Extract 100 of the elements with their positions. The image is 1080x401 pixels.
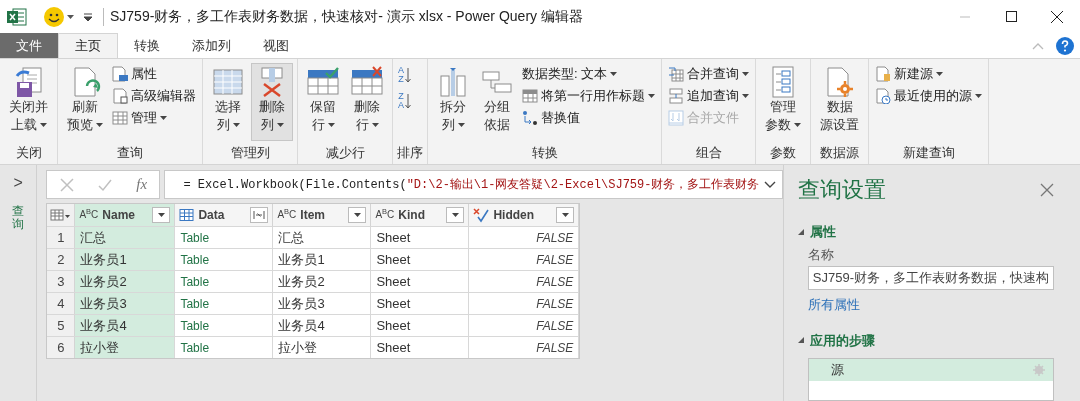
- ribbon-button[interactable]: 合并查询: [666, 63, 751, 84]
- ribbon-button[interactable]: 最近使用的源: [873, 85, 984, 106]
- ribbon-button[interactable]: 属性: [110, 63, 198, 84]
- applied-step[interactable]: 源: [808, 359, 1053, 381]
- ribbon-tab[interactable]: 视图: [247, 33, 305, 58]
- ribbon-tab[interactable]: 主页: [58, 33, 118, 58]
- header-row-icon: [522, 87, 538, 104]
- section-header[interactable]: 应用的步骤: [797, 330, 1054, 350]
- ribbon-tab[interactable]: 转换: [118, 33, 176, 58]
- help-button[interactable]: [1056, 36, 1074, 55]
- ribbon-button[interactable]: 刷新 预览: [62, 63, 108, 141]
- column-header[interactable]: Data: [175, 204, 274, 226]
- table-cell[interactable]: Table: [175, 315, 274, 336]
- ribbon-button[interactable]: 删除 行: [346, 63, 388, 141]
- column-header[interactable]: Hidden: [469, 204, 580, 226]
- expand-button[interactable]: >: [13, 175, 23, 191]
- section-header[interactable]: 属性: [797, 222, 1054, 242]
- insert-function-button[interactable]: fx: [136, 173, 148, 196]
- row-number: 2: [47, 249, 76, 270]
- table-cell: 拉小登: [273, 337, 372, 358]
- group-label: 参数: [770, 144, 796, 162]
- chevron-down-icon: [763, 180, 776, 189]
- ribbon-button[interactable]: 管理 参数: [760, 63, 806, 141]
- ribbon-button[interactable]: 拆分 列: [432, 63, 474, 141]
- table-menu-button[interactable]: [47, 204, 76, 226]
- ribbon-button[interactable]: 替换值: [520, 107, 657, 128]
- column-header[interactable]: A$^{B}$C Kind: [371, 204, 470, 226]
- column-header[interactable]: A$^{B}$C Item: [273, 204, 372, 226]
- caret-icon: [742, 93, 749, 98]
- excel-icon: [7, 7, 27, 26]
- caret-icon: [276, 123, 284, 127]
- table-cell[interactable]: Table: [175, 337, 274, 358]
- expand-column-button[interactable]: [250, 207, 269, 223]
- cancel-button[interactable]: [59, 177, 74, 192]
- table-cell: Sheet: [371, 227, 470, 248]
- ribbon-button[interactable]: 关闭并 上载: [4, 63, 53, 141]
- table-cell: FALSE: [469, 293, 580, 314]
- maximize-icon: [1005, 11, 1017, 22]
- row-number: 5: [47, 315, 76, 336]
- expand-formula-button[interactable]: [763, 180, 776, 189]
- group-label: 排序: [397, 144, 423, 162]
- table-cell[interactable]: Table: [175, 227, 274, 248]
- keep-rows-icon: [307, 66, 339, 98]
- check-cross-icon: [473, 207, 490, 223]
- sort-button[interactable]: Z A: [397, 91, 412, 111]
- filter-button[interactable]: [446, 207, 465, 223]
- table-cell: 业务员4: [273, 315, 372, 336]
- table-icon: [112, 109, 128, 126]
- collapse-triangle-icon: [797, 337, 804, 344]
- collapse-ribbon-button[interactable]: [1032, 41, 1044, 50]
- group-label: 新建查询: [902, 144, 955, 162]
- ribbon-button[interactable]: 追加查询: [666, 85, 751, 106]
- recent-sources-icon: [875, 87, 891, 104]
- formula-field[interactable]: = Excel.Workbook(File.Contents("D:\2-输出\1-网友答疑\2-Excel\SJ759-财务，多工作表财务: [164, 170, 783, 199]
- caret-icon: [648, 93, 655, 98]
- confirm-button[interactable]: [97, 177, 112, 192]
- pane-title: 查询设置: [797, 176, 886, 204]
- filter-button[interactable]: [152, 207, 171, 223]
- caret-icon: [157, 213, 165, 217]
- ribbon-button[interactable]: 保留 行: [302, 63, 344, 141]
- caret-icon: [794, 123, 801, 127]
- name-field[interactable]: SJ759-财务，多工作表财务数据，快速构: [807, 266, 1054, 290]
- ribbon-button[interactable]: 分组 依据: [476, 63, 518, 141]
- queries-pane-label[interactable]: 查询: [12, 205, 25, 232]
- table-cell[interactable]: Table: [175, 249, 274, 270]
- advanced-editor-icon: [112, 87, 128, 104]
- table-cell[interactable]: Table: [175, 271, 274, 292]
- ribbon-button[interactable]: 新建源: [873, 63, 984, 84]
- ribbon-tab[interactable]: 添加列: [176, 33, 247, 58]
- gear-icon: [1033, 364, 1045, 376]
- table-menu-icon: [49, 208, 72, 222]
- ribbon-button[interactable]: 数据类型: 文本: [520, 63, 657, 84]
- all-properties-link[interactable]: 所有属性: [807, 295, 860, 315]
- expand-arrows-icon: [252, 210, 267, 220]
- caret-icon: [742, 71, 749, 76]
- check-icon: [97, 177, 112, 192]
- table-cell: FALSE: [469, 249, 580, 270]
- row-number: 3: [47, 271, 76, 292]
- caret-icon: [936, 71, 943, 76]
- ribbon-button[interactable]: 将第一行用作标题: [520, 85, 657, 106]
- filter-button[interactable]: [348, 207, 367, 223]
- filter-button[interactable]: [556, 207, 575, 223]
- ribbon-button[interactable]: 选择 列: [207, 63, 249, 141]
- ribbon-button[interactable]: 删除 列: [251, 63, 293, 141]
- table-cell[interactable]: Table: [175, 293, 274, 314]
- ribbon-button[interactable]: 管理: [110, 107, 198, 128]
- group-label: 管理列: [230, 144, 270, 162]
- merge-queries-icon: [668, 65, 684, 82]
- ribbon-button[interactable]: 数据 源设置: [815, 63, 864, 141]
- chevron-up-icon: [1032, 41, 1044, 50]
- caret-icon: [67, 13, 75, 20]
- ribbon-button[interactable]: 高级编辑器: [110, 85, 198, 106]
- close-button[interactable]: [1040, 182, 1054, 197]
- column-header[interactable]: A$^{B}$C Name: [75, 204, 176, 226]
- remove-rows-icon: [351, 66, 383, 98]
- file-tab[interactable]: 文件: [0, 33, 58, 58]
- caret-icon: [353, 213, 361, 217]
- sort-button[interactable]: A Z: [397, 65, 412, 85]
- caret-icon: [96, 123, 103, 127]
- field-label: 名称: [807, 245, 835, 264]
